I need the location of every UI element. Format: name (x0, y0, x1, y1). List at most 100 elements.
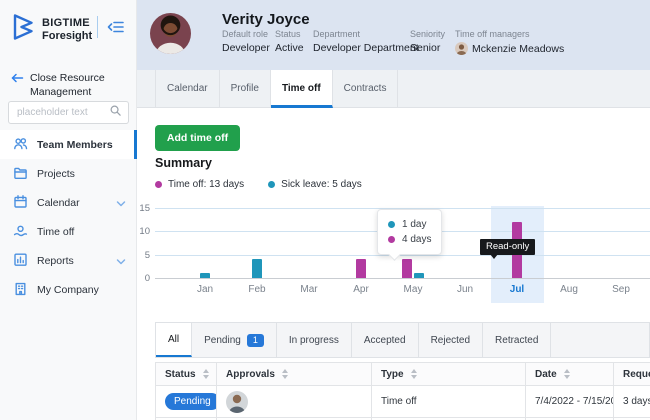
gridline (155, 278, 650, 279)
manager-avatar (455, 42, 468, 55)
chevron-down-icon (116, 199, 126, 211)
chart-tooltip: 1 day 4 days (377, 209, 442, 255)
request-duration: 3 days (623, 396, 650, 407)
column-header-requested[interactable]: Requested (614, 363, 650, 385)
calendar-icon (13, 194, 28, 212)
column-header-date[interactable]: Date (526, 363, 614, 385)
sort-icon (564, 369, 570, 379)
column-header-approvals[interactable]: Approvals (217, 363, 372, 385)
table-row[interactable]: Pending Time off 7/4/2022 - 7/15/2022 3 … (155, 386, 650, 418)
tab-contracts[interactable]: Contracts (333, 70, 399, 108)
tab-all[interactable]: All (156, 323, 192, 357)
x-axis-label: Feb (237, 284, 277, 295)
back-arrow-icon (10, 71, 24, 99)
chevron-down-icon (116, 257, 126, 269)
profile-tabs: Calendar Profile Time off Contracts (137, 70, 650, 108)
sidebar-item-calendar[interactable]: Calendar (0, 188, 137, 217)
add-time-off-button[interactable]: Add time off (155, 125, 240, 151)
sick-leave-dot-icon (268, 181, 275, 188)
brand-logo: BIGTIME Foresight (10, 12, 92, 47)
app-window: BIGTIME Foresight Close Resource Managem… (0, 0, 650, 420)
x-axis-label: Jan (185, 284, 225, 295)
request-tabs: All Pending1 In progress Accepted Reject… (155, 322, 650, 358)
tab-pending[interactable]: Pending1 (192, 323, 277, 357)
manager-name: Mckenzie Meadows (472, 43, 564, 55)
avatar (150, 13, 191, 54)
table-header: Status Approvals Type Date (155, 362, 650, 386)
field-seniority: Seniority Senior (410, 29, 445, 54)
pending-count-badge: 1 (247, 334, 264, 347)
sidebar-item-label: Time off (37, 226, 74, 238)
sidebar-item-time-off[interactable]: Time off (0, 217, 137, 246)
bigtime-logo-icon (10, 12, 36, 47)
main-area: Verity Joyce Default role Developer Stat… (137, 0, 650, 420)
x-axis-label: Jun (445, 284, 485, 295)
approver-avatar (226, 391, 248, 413)
tab-accepted[interactable]: Accepted (352, 323, 419, 357)
y-axis-label: 10 (137, 226, 150, 237)
sidebar: BIGTIME Foresight Close Resource Managem… (0, 0, 137, 420)
x-axis-label: Aug (549, 284, 589, 295)
chart-bar[interactable] (402, 259, 412, 278)
back-link-label: Close Resource Management (30, 71, 122, 99)
sidebar-item-projects[interactable]: Projects (0, 159, 137, 188)
tab-retracted[interactable]: Retracted (483, 323, 551, 357)
reports-icon (13, 252, 28, 270)
readonly-tooltip: Read-only (480, 239, 535, 255)
chart-bar[interactable] (200, 273, 210, 278)
x-axis-label: Sep (601, 284, 641, 295)
sidebar-item-label: Reports (37, 255, 74, 267)
x-axis-label: May (393, 284, 433, 295)
x-axis-label: Jul (497, 284, 537, 295)
field-status: Status Active (275, 29, 304, 54)
tab-calendar[interactable]: Calendar (155, 70, 220, 108)
tooltip-timeoff-dot-icon (388, 236, 395, 243)
chart-legend: Time off: 13 days Sick leave: 5 days (155, 179, 362, 190)
chart: 1 day 4 days Read-only 051015JanFebMarAp… (137, 208, 650, 304)
tab-profile[interactable]: Profile (220, 70, 271, 108)
projects-icon (13, 165, 28, 183)
page-title: Verity Joyce (222, 11, 310, 28)
sidebar-search (8, 101, 129, 124)
column-header-type[interactable]: Type (372, 363, 526, 385)
sidebar-item-label: Calendar (37, 197, 80, 209)
tooltip-sick-dot-icon (388, 221, 395, 228)
sidebar-item-team-members[interactable]: Team Members (0, 130, 137, 159)
search-icon (109, 104, 122, 122)
y-axis-label: 5 (137, 250, 150, 261)
request-type: Time off (381, 396, 417, 407)
company-icon (13, 281, 28, 299)
sidebar-item-reports[interactable]: Reports (0, 246, 137, 275)
sidebar-item-label: Team Members (37, 139, 113, 151)
collapse-sidebar-icon[interactable] (107, 20, 125, 39)
chart-bar[interactable] (356, 259, 366, 278)
sidebar-item-label: My Company (37, 284, 99, 296)
sort-icon (411, 369, 417, 379)
divider (97, 16, 98, 38)
status-badge: Pending (165, 393, 217, 410)
sort-icon (282, 369, 288, 379)
legend-sick-leave[interactable]: Sick leave: 5 days (268, 179, 362, 190)
time-off-icon (13, 223, 28, 241)
chart-bar[interactable] (414, 273, 424, 278)
brand-name: BIGTIME Foresight (42, 17, 92, 43)
tab-in-progress[interactable]: In progress (277, 323, 352, 357)
profile-header: Verity Joyce Default role Developer Stat… (137, 0, 650, 70)
search-input[interactable] (15, 106, 109, 119)
legend-time-off[interactable]: Time off: 13 days (155, 179, 244, 190)
summary-title: Summary (155, 156, 212, 170)
tab-rejected[interactable]: Rejected (419, 323, 483, 357)
sidebar-item-label: Projects (37, 168, 75, 180)
y-axis-label: 0 (137, 273, 150, 284)
request-date: 7/4/2022 - 7/15/2022 (535, 396, 614, 407)
column-header-status[interactable]: Status (156, 363, 217, 385)
time-off-dot-icon (155, 181, 162, 188)
x-axis-label: Mar (289, 284, 329, 295)
back-link[interactable]: Close Resource Management (10, 71, 122, 99)
tab-time-off[interactable]: Time off (271, 70, 333, 108)
chart-bar[interactable] (252, 259, 262, 278)
requests-table: Status Approvals Type Date (155, 362, 650, 420)
y-axis-label: 15 (137, 203, 150, 214)
sidebar-item-my-company[interactable]: My Company (0, 275, 137, 304)
field-department: Department Developer Department (313, 29, 419, 54)
